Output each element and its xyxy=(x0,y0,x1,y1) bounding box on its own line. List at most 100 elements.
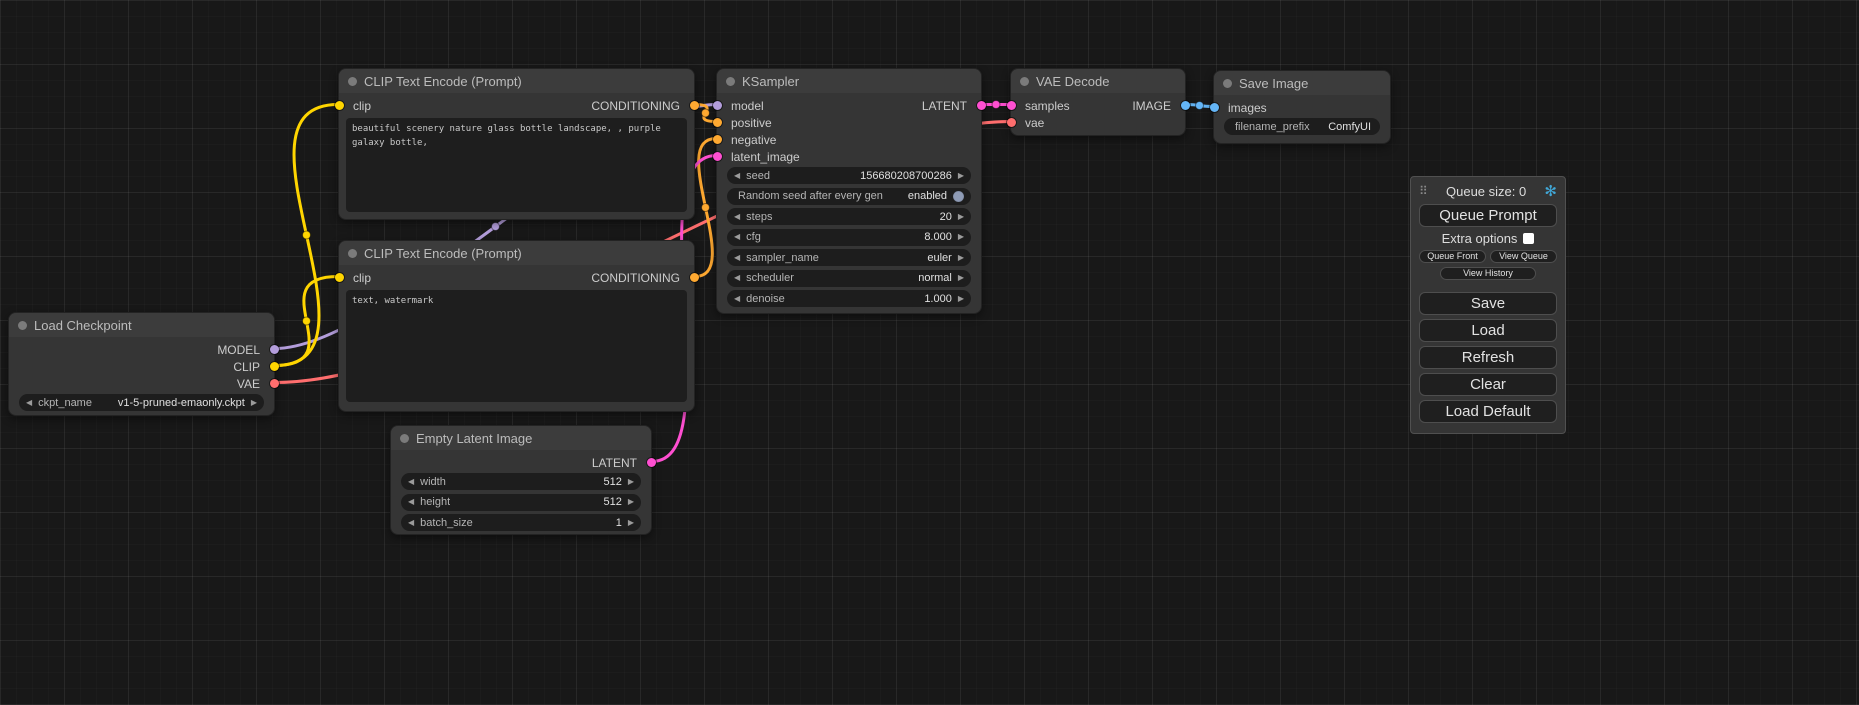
slot-row: samples IMAGE xyxy=(1011,97,1185,114)
samples-input-slot[interactable] xyxy=(1007,101,1016,110)
slot-row: MODEL xyxy=(9,341,274,358)
load-default-button[interactable]: Load Default xyxy=(1419,400,1557,423)
collapse-dot[interactable] xyxy=(348,249,357,258)
increment-arrow-icon[interactable]: ▶ xyxy=(628,478,634,486)
increment-arrow-icon[interactable]: ▶ xyxy=(958,213,964,221)
output-label-image: IMAGE xyxy=(1132,99,1171,113)
decrement-arrow-icon[interactable]: ◀ xyxy=(26,399,32,407)
node-ksampler[interactable]: KSampler model LATENT positive negative … xyxy=(716,68,982,314)
scheduler-widget[interactable]: ◀ scheduler normal ▶ xyxy=(727,270,971,287)
widget-value: 156680208700286 xyxy=(860,170,952,182)
positive-prompt-textarea[interactable]: beautiful scenery nature glass bottle la… xyxy=(346,118,687,212)
random-seed-toggle-widget[interactable]: Random seed after every gen enabled xyxy=(727,188,971,205)
increment-arrow-icon[interactable]: ▶ xyxy=(628,519,634,527)
queue-prompt-button[interactable]: Queue Prompt xyxy=(1419,204,1557,227)
decrement-arrow-icon[interactable]: ◀ xyxy=(408,498,414,506)
settings-icon[interactable]: ✻ xyxy=(1544,184,1557,199)
height-widget[interactable]: ◀ height 512 ▶ xyxy=(401,494,641,511)
node-title-bar[interactable]: KSampler xyxy=(717,69,981,93)
denoise-widget[interactable]: ◀ denoise 1.000 ▶ xyxy=(727,290,971,307)
increment-arrow-icon[interactable]: ▶ xyxy=(958,254,964,262)
view-queue-button[interactable]: View Queue xyxy=(1490,250,1557,263)
latent-image-input-slot[interactable] xyxy=(713,152,722,161)
decrement-arrow-icon[interactable]: ◀ xyxy=(734,254,740,262)
increment-arrow-icon[interactable]: ▶ xyxy=(628,498,634,506)
clip-output-slot[interactable] xyxy=(270,362,279,371)
clip-input-slot[interactable] xyxy=(335,273,344,282)
node-title-bar[interactable]: Save Image xyxy=(1214,71,1390,95)
collapse-dot[interactable] xyxy=(726,77,735,86)
decrement-arrow-icon[interactable]: ◀ xyxy=(734,213,740,221)
increment-arrow-icon[interactable]: ▶ xyxy=(251,399,257,407)
vae-output-slot[interactable] xyxy=(270,379,279,388)
collapse-dot[interactable] xyxy=(1223,79,1232,88)
conditioning-output-slot[interactable] xyxy=(690,101,699,110)
negative-input-slot[interactable] xyxy=(713,135,722,144)
collapse-dot[interactable] xyxy=(1020,77,1029,86)
ckpt-name-widget[interactable]: ◀ ckpt_name v1-5-pruned-emaonly.ckpt ▶ xyxy=(19,394,264,411)
save-button[interactable]: Save xyxy=(1419,292,1557,315)
queue-front-button[interactable]: Queue Front xyxy=(1419,250,1486,263)
node-vae-decode[interactable]: VAE Decode samples IMAGE vae xyxy=(1010,68,1186,136)
batch-size-widget[interactable]: ◀ batch_size 1 ▶ xyxy=(401,514,641,531)
increment-arrow-icon[interactable]: ▶ xyxy=(958,295,964,303)
output-label-conditioning: CONDITIONING xyxy=(591,271,680,285)
decrement-arrow-icon[interactable]: ◀ xyxy=(734,172,740,180)
widget-label: width xyxy=(420,476,446,488)
drag-handle-icon[interactable]: ⠿ xyxy=(1419,184,1428,198)
collapse-dot[interactable] xyxy=(348,77,357,86)
steps-widget[interactable]: ◀ steps 20 ▶ xyxy=(727,208,971,225)
latent-output-slot[interactable] xyxy=(977,101,986,110)
node-title-bar[interactable]: Empty Latent Image xyxy=(391,426,651,450)
wire-clip-negative-midpoint-dot xyxy=(303,317,311,325)
input-label-samples: samples xyxy=(1025,99,1070,113)
latent-output-slot[interactable] xyxy=(647,458,656,467)
vae-input-slot[interactable] xyxy=(1007,118,1016,127)
collapse-dot[interactable] xyxy=(400,434,409,443)
toggle-knob-icon[interactable] xyxy=(953,191,964,202)
cfg-widget[interactable]: ◀ cfg 8.000 ▶ xyxy=(727,229,971,246)
sampler-name-widget[interactable]: ◀ sampler_name euler ▶ xyxy=(727,249,971,266)
clear-button[interactable]: Clear xyxy=(1419,373,1557,396)
decrement-arrow-icon[interactable]: ◀ xyxy=(734,295,740,303)
output-label-vae: VAE xyxy=(237,377,260,391)
decrement-arrow-icon[interactable]: ◀ xyxy=(734,274,740,282)
collapse-dot[interactable] xyxy=(18,321,27,330)
node-graph-canvas[interactable]: Load Checkpoint MODEL CLIP VAE ◀ ckpt_na… xyxy=(0,0,1859,705)
input-label-positive: positive xyxy=(731,116,772,130)
node-clip-text-encode-negative[interactable]: CLIP Text Encode (Prompt) clip CONDITION… xyxy=(338,240,695,412)
node-title-bar[interactable]: VAE Decode xyxy=(1011,69,1185,93)
widget-value: enabled xyxy=(908,190,947,202)
decrement-arrow-icon[interactable]: ◀ xyxy=(408,478,414,486)
positive-input-slot[interactable] xyxy=(713,118,722,127)
widget-value: 512 xyxy=(603,476,621,488)
node-clip-text-encode-positive[interactable]: CLIP Text Encode (Prompt) clip CONDITION… xyxy=(338,68,695,220)
increment-arrow-icon[interactable]: ▶ xyxy=(958,172,964,180)
conditioning-output-slot[interactable] xyxy=(690,273,699,282)
widget-value: 1.000 xyxy=(924,293,952,305)
widget-value: normal xyxy=(918,272,952,284)
refresh-button[interactable]: Refresh xyxy=(1419,346,1557,369)
filename-prefix-widget[interactable]: filename_prefix ComfyUI xyxy=(1224,118,1380,135)
increment-arrow-icon[interactable]: ▶ xyxy=(958,274,964,282)
increment-arrow-icon[interactable]: ▶ xyxy=(958,233,964,241)
node-title-bar[interactable]: Load Checkpoint xyxy=(9,313,274,337)
node-title-bar[interactable]: CLIP Text Encode (Prompt) xyxy=(339,241,694,265)
image-output-slot[interactable] xyxy=(1181,101,1190,110)
node-empty-latent-image[interactable]: Empty Latent Image LATENT ◀ width 512 ▶ … xyxy=(390,425,652,535)
node-title-bar[interactable]: CLIP Text Encode (Prompt) xyxy=(339,69,694,93)
negative-prompt-textarea[interactable]: text, watermark xyxy=(346,290,687,402)
decrement-arrow-icon[interactable]: ◀ xyxy=(734,233,740,241)
clip-input-slot[interactable] xyxy=(335,101,344,110)
node-save-image[interactable]: Save Image images filename_prefix ComfyU… xyxy=(1213,70,1391,144)
model-input-slot[interactable] xyxy=(713,101,722,110)
decrement-arrow-icon[interactable]: ◀ xyxy=(408,519,414,527)
load-button[interactable]: Load xyxy=(1419,319,1557,342)
images-input-slot[interactable] xyxy=(1210,103,1219,112)
seed-widget[interactable]: ◀ seed 156680208700286 ▶ xyxy=(727,167,971,184)
model-output-slot[interactable] xyxy=(270,345,279,354)
view-history-button[interactable]: View History xyxy=(1440,267,1536,280)
node-load-checkpoint[interactable]: Load Checkpoint MODEL CLIP VAE ◀ ckpt_na… xyxy=(8,312,275,416)
extra-options-checkbox[interactable] xyxy=(1523,233,1534,244)
width-widget[interactable]: ◀ width 512 ▶ xyxy=(401,473,641,490)
